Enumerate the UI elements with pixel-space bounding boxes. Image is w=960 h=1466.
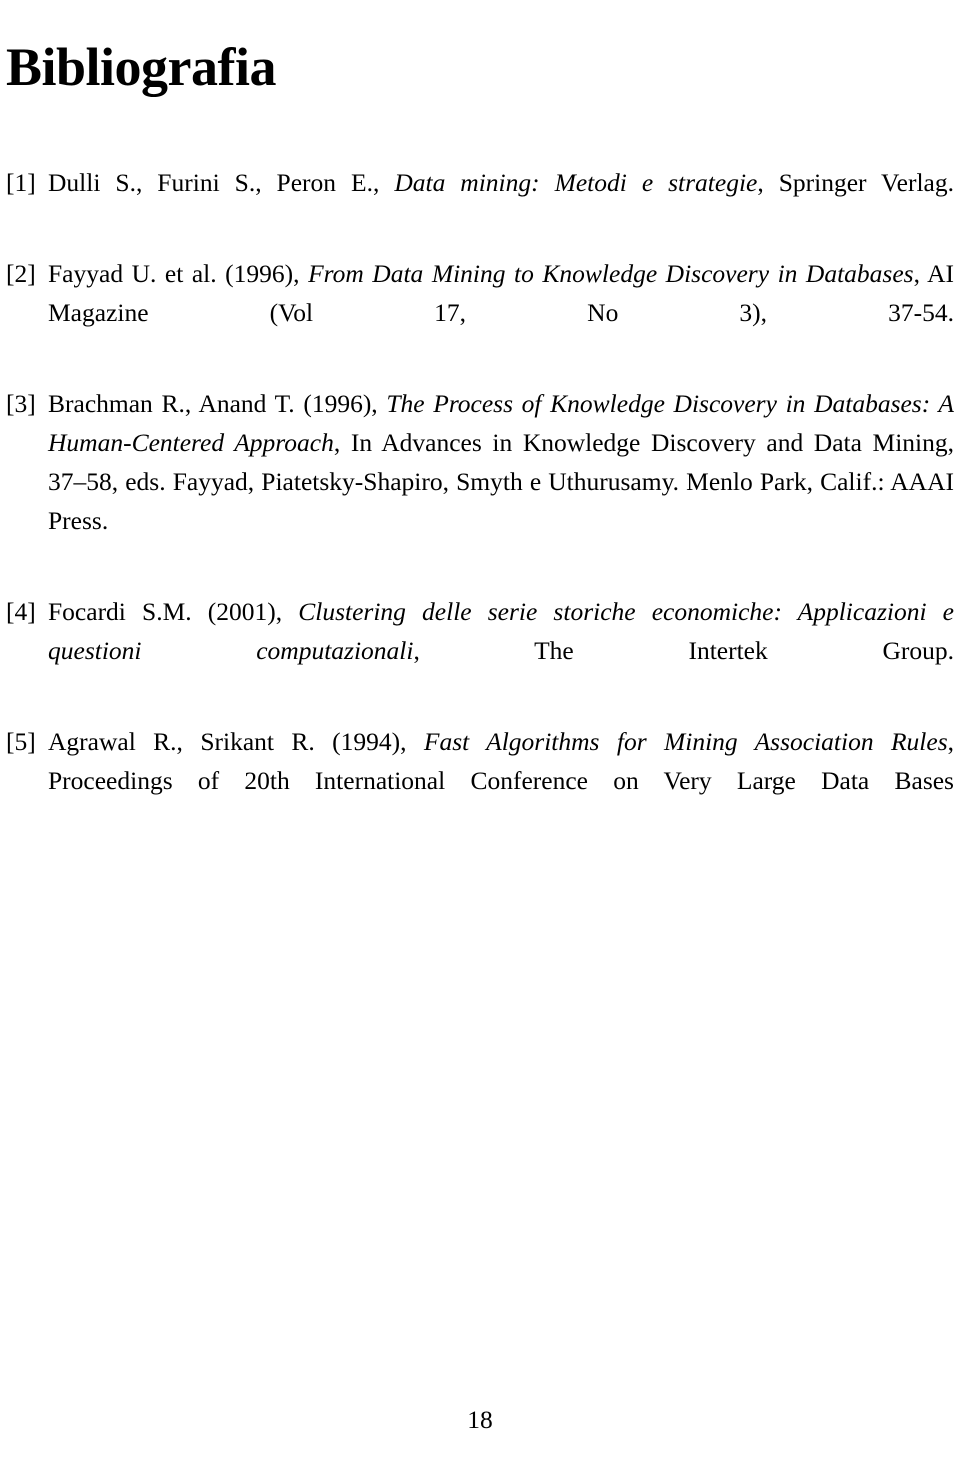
entry-work-title: From Data Mining to Knowledge Discovery … — [308, 259, 914, 288]
entry-work-title: Fast Algorithms for Mining Association R… — [423, 727, 948, 756]
entry-tail: , Springer Verlag. — [757, 168, 954, 197]
entry-label: [2] — [6, 259, 36, 288]
entry-text: Brachman R., Anand T. (1996), The Proces… — [48, 384, 954, 579]
entry-text: Focardi S.M. (2001), Clustering delle se… — [48, 592, 954, 709]
entry-label: [5] — [6, 727, 36, 756]
entry-authors: Agrawal R., Srikant R. (1994), — [48, 727, 424, 756]
entry-text: Dulli S., Furini S., Peron E., Data mini… — [48, 163, 954, 241]
page-number: 18 — [467, 1405, 493, 1434]
entry-text: Agrawal R., Srikant R. (1994), Fast Algo… — [48, 722, 954, 839]
entry-label: [3] — [6, 389, 36, 418]
entry-tail: , The Intertek Group. — [413, 636, 954, 665]
entry-text: Fayyad U. et al. (1996), From Data Minin… — [48, 254, 954, 371]
entry-label: [4] — [6, 597, 36, 626]
entry-authors: Focardi S.M. (2001), — [48, 597, 299, 626]
bibliography-entry: [5] Agrawal R., Srikant R. (1994), Fast … — [6, 722, 954, 839]
bibliography-entry: [2] Fayyad U. et al. (1996), From Data M… — [6, 254, 954, 371]
entry-authors: Dulli S., Furini S., Peron E., — [48, 168, 395, 197]
entry-work-title: Data mining: Metodi e strategie — [394, 168, 758, 197]
bibliography-entry: [1] Dulli S., Furini S., Peron E., Data … — [6, 163, 954, 241]
bibliography-entry: [3] Brachman R., Anand T. (1996), The Pr… — [6, 384, 954, 579]
page-title: Bibliografia — [6, 37, 277, 98]
bibliography-list: [1] Dulli S., Furini S., Peron E., Data … — [6, 163, 954, 839]
bibliography-entry: [4] Focardi S.M. (2001), Clustering dell… — [6, 592, 954, 709]
entry-label: [1] — [6, 168, 36, 197]
entry-authors: Brachman R., Anand T. (1996), — [48, 389, 387, 418]
document-page: Bibliografia [1] Dulli S., Furini S., Pe… — [0, 0, 960, 1466]
entry-authors: Fayyad U. et al. (1996), — [48, 259, 309, 288]
